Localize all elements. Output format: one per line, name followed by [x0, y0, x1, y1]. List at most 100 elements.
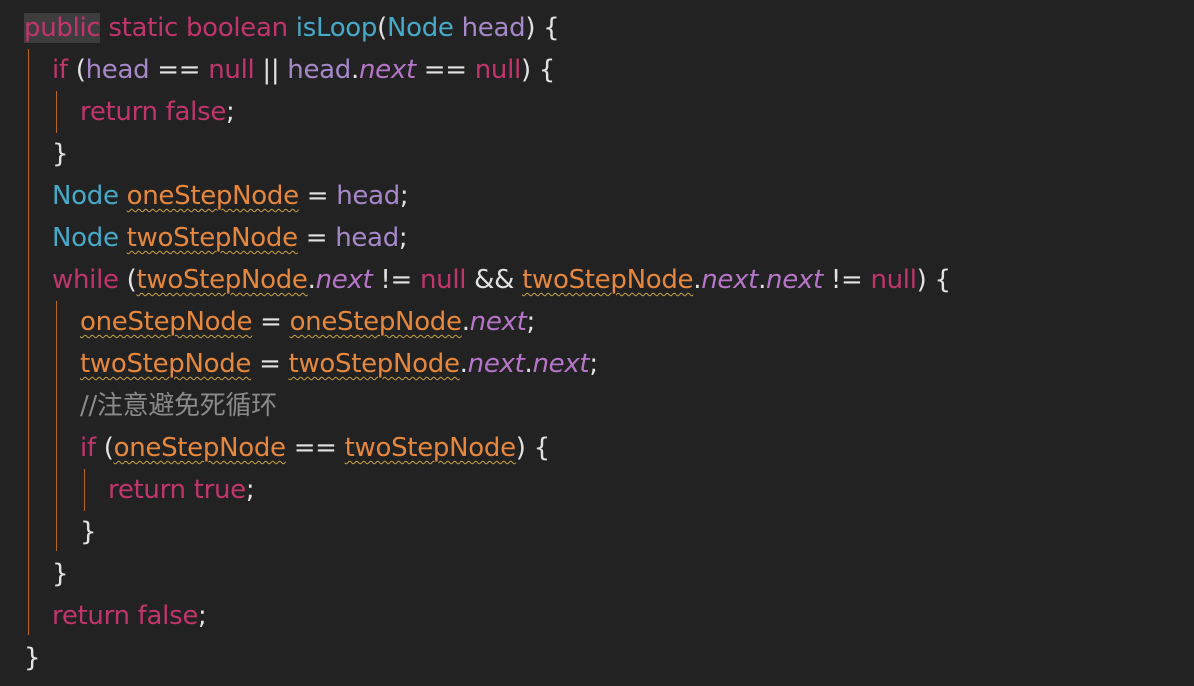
code-token-punc: } [52, 139, 69, 169]
code-token-param: head [335, 223, 399, 253]
code-line[interactable]: } [52, 133, 69, 175]
code-editor[interactable]: public static boolean isLoop(Node head) … [0, 0, 1194, 686]
code-token-punc: } [52, 559, 69, 589]
code-token-punc [288, 13, 296, 43]
code-token-punc: == [149, 55, 209, 85]
code-token-kw: while [52, 265, 119, 295]
indent-guide-while-block [56, 301, 57, 551]
code-line[interactable]: return true; [108, 469, 255, 511]
code-token-comment: //注意避免死循环 [80, 391, 277, 421]
code-line[interactable]: Node oneStepNode = head; [52, 175, 409, 217]
code-line[interactable]: return false; [80, 91, 235, 133]
code-token-kw: false [165, 97, 227, 127]
code-token-field: next [766, 265, 823, 295]
code-token-field: next [701, 265, 759, 295]
code-token-kw: if [52, 55, 68, 85]
code-token-kw: boolean [185, 13, 288, 43]
code-token-punc [454, 13, 462, 43]
code-token-punc: ) { [916, 265, 951, 295]
code-token-punc [130, 601, 138, 631]
code-token-punc: ; [245, 475, 255, 505]
code-token-punc: ; [526, 307, 536, 337]
indent-guide-method-body [28, 49, 29, 635]
code-line[interactable]: while (twoStepNode.next != null && twoSt… [52, 259, 951, 301]
code-line[interactable]: } [24, 637, 41, 679]
code-token-type: Node [52, 181, 119, 211]
code-line[interactable]: //注意避免死循环 [80, 385, 277, 427]
code-token-field: next [532, 349, 590, 379]
code-token-punc [186, 475, 194, 505]
code-token-field: next [315, 265, 373, 295]
code-token-punc: ; [398, 223, 408, 253]
code-token-var: oneStepNode [80, 307, 253, 337]
code-token-punc: || [254, 55, 288, 85]
code-token-punc: } [24, 643, 41, 673]
code-token-punc: = [297, 223, 336, 253]
code-line[interactable]: twoStepNode = twoStepNode.next.next; [80, 343, 598, 385]
code-line[interactable]: return false; [52, 595, 207, 637]
code-token-type: Node [386, 13, 454, 43]
code-token-var: oneStepNode [126, 181, 299, 211]
code-token-punc: ; [226, 97, 235, 127]
code-token-var: oneStepNode [289, 307, 462, 337]
code-token-null: null [420, 265, 467, 295]
code-line[interactable]: Node twoStepNode = head; [52, 217, 408, 259]
code-token-punc: ) { [515, 433, 550, 463]
code-token-punc: != [372, 265, 420, 295]
indent-guide-inner-if-block [84, 469, 85, 511]
code-token-punc: . [307, 265, 316, 295]
code-token-field: next [358, 55, 416, 85]
code-token-type: Node [52, 223, 119, 253]
code-token-punc: == [415, 55, 475, 85]
code-token-punc: . [693, 265, 702, 295]
code-token-punc [119, 223, 127, 253]
code-token-param: head [85, 55, 150, 85]
code-token-var: twoStepNode [136, 265, 308, 295]
code-token-punc: ; [589, 349, 598, 379]
indent-guide-if-block [56, 91, 57, 133]
code-line[interactable]: oneStepNode = oneStepNode.next; [80, 301, 535, 343]
code-token-kw: if [80, 433, 96, 463]
code-token-kw: return [108, 475, 186, 505]
code-token-punc: ( [67, 55, 86, 85]
code-token-kw: true [193, 475, 246, 505]
code-token-punc: != [822, 265, 871, 295]
code-token-punc [178, 13, 186, 43]
code-token-punc: ( [118, 265, 137, 295]
code-token-null: null [870, 265, 917, 295]
code-token-punc: && [466, 265, 523, 295]
code-token-field: next [469, 307, 527, 337]
code-token-punc: ; [399, 181, 409, 211]
code-token-fn: isLoop [295, 13, 378, 43]
code-token-punc: ( [95, 433, 114, 463]
code-line[interactable]: if (oneStepNode == twoStepNode) { [80, 427, 550, 469]
code-token-kw: public [24, 13, 101, 43]
code-token-param: head [336, 181, 400, 211]
code-line[interactable]: } [52, 553, 69, 595]
code-token-punc: ( [377, 13, 387, 43]
code-token-punc: = [251, 349, 289, 379]
code-token-punc: ) { [520, 55, 556, 85]
code-token-var: oneStepNode [113, 433, 286, 463]
code-token-var: twoStepNode [522, 265, 694, 295]
code-token-punc: ) { [525, 13, 560, 43]
code-token-punc: . [459, 349, 468, 379]
code-token-null: null [474, 55, 522, 85]
code-token-punc: ; [198, 601, 207, 631]
code-token-punc: } [80, 517, 97, 547]
code-token-punc: = [252, 307, 290, 337]
code-token-punc: == [285, 433, 345, 463]
code-token-kw: false [137, 601, 199, 631]
code-token-kw: return [52, 601, 130, 631]
code-token-kw: return [80, 97, 158, 127]
code-line[interactable]: public static boolean isLoop(Node head) … [24, 7, 560, 49]
code-token-punc: . [758, 265, 767, 295]
code-token-var: twoStepNode [80, 349, 252, 379]
code-token-null: null [208, 55, 255, 85]
code-token-punc: = [298, 181, 337, 211]
code-token-param: head [287, 55, 352, 85]
code-token-kw: static [108, 13, 178, 43]
code-line[interactable]: } [80, 511, 97, 553]
code-line[interactable]: if (head == null || head.next == null) { [52, 49, 555, 91]
code-token-punc [158, 97, 166, 127]
